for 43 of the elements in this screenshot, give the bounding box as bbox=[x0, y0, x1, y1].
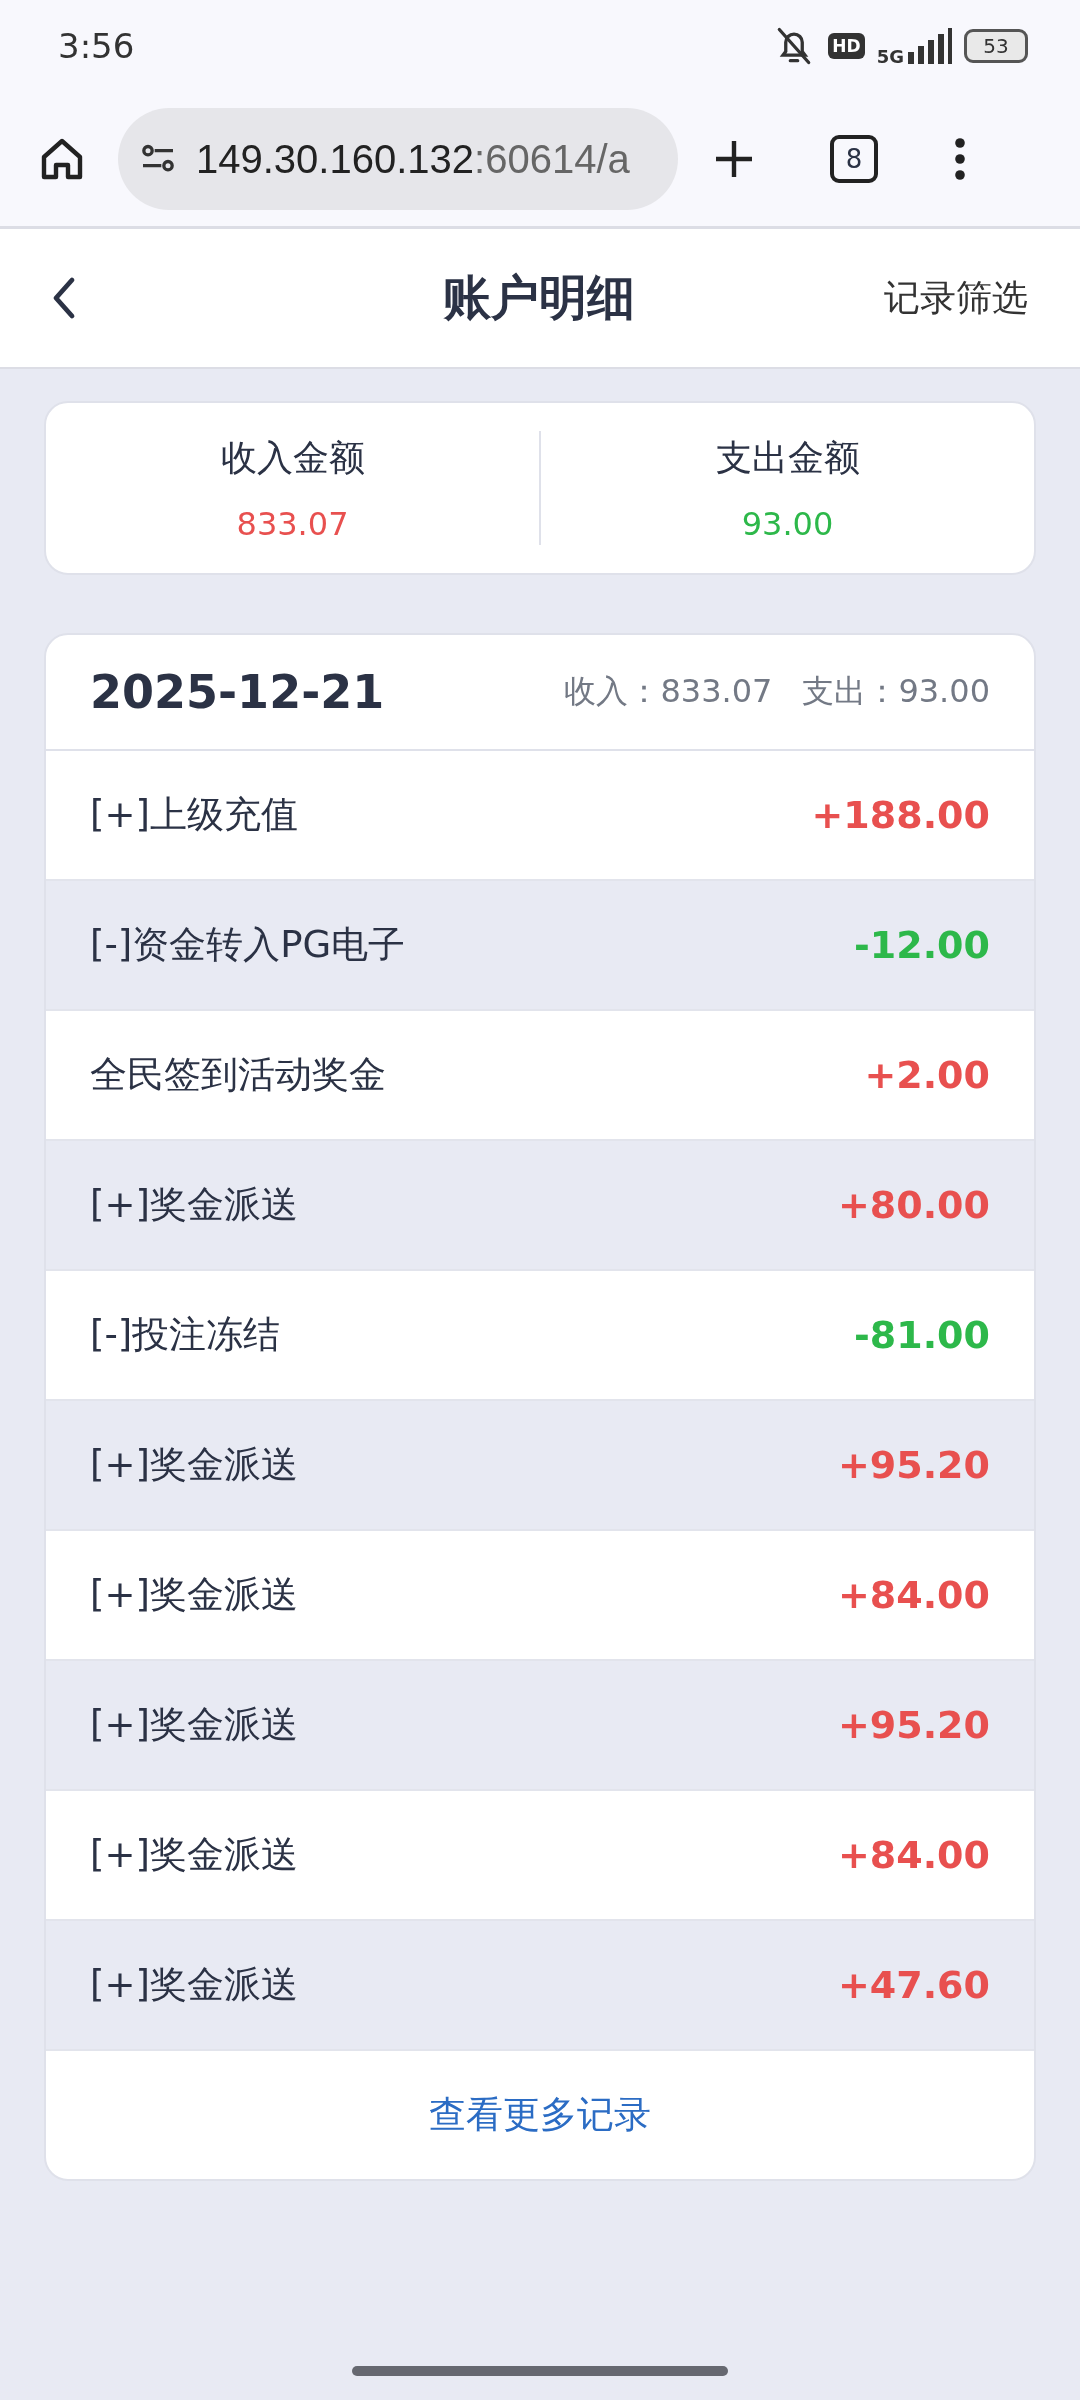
record-title: [+]上级充值 bbox=[90, 792, 298, 838]
record-title: [+]奖金派送 bbox=[90, 1182, 298, 1228]
record-title: 全民签到活动奖金 bbox=[90, 1052, 386, 1098]
more-records-link[interactable]: 查看更多记录 bbox=[429, 2090, 651, 2140]
record-row[interactable]: [-]资金转入PG电子 -12.00 bbox=[46, 881, 1034, 1011]
network-label: 5G bbox=[876, 46, 904, 67]
date-heading: 2025-12-21 bbox=[90, 665, 385, 719]
day-expense: 支出：93.00 bbox=[802, 671, 990, 712]
record-amount: +95.20 bbox=[837, 1443, 990, 1487]
record-title: [+]奖金派送 bbox=[90, 1962, 298, 2008]
battery-level: 53 bbox=[964, 29, 1028, 63]
record-amount: +2.00 bbox=[864, 1053, 990, 1097]
url-text: 149.30.160.132:60614/a bbox=[196, 136, 630, 182]
record-amount: +47.60 bbox=[837, 1963, 990, 2007]
status-time: 3:56 bbox=[58, 26, 135, 66]
summary-label: 支出金额 bbox=[715, 435, 860, 480]
day-income: 收入：833.07 bbox=[564, 671, 773, 712]
hd-badge: HD bbox=[828, 33, 865, 59]
record-amount: +188.00 bbox=[811, 793, 990, 837]
record-title: [+]奖金派送 bbox=[90, 1832, 298, 1878]
record-amount: +80.00 bbox=[837, 1183, 990, 1227]
record-amount: +95.20 bbox=[837, 1703, 990, 1747]
record-amount: -81.00 bbox=[854, 1313, 990, 1357]
summary-label: 收入金额 bbox=[220, 435, 365, 480]
record-title: [+]奖金派送 bbox=[90, 1702, 298, 1748]
signal-icon bbox=[908, 28, 952, 64]
record-title: [-]资金转入PG电子 bbox=[90, 922, 406, 968]
filter-link[interactable]: 记录筛选 bbox=[868, 273, 1028, 323]
summary-amount: 93.00 bbox=[741, 504, 834, 543]
record-row[interactable]: [+]奖金派送 +80.00 bbox=[46, 1141, 1034, 1271]
record-row[interactable]: [+]奖金派送 +47.60 bbox=[46, 1921, 1034, 2051]
record-title: [+]奖金派送 bbox=[90, 1442, 298, 1488]
address-bar[interactable]: 149.30.160.132:60614/a bbox=[118, 108, 678, 210]
record-amount: +84.00 bbox=[837, 1833, 990, 1877]
record-row[interactable]: [+]奖金派送 +95.20 bbox=[46, 1661, 1034, 1791]
record-amount: -12.00 bbox=[854, 923, 990, 967]
record-title: [+]奖金派送 bbox=[90, 1572, 298, 1618]
summary-amount: 833.07 bbox=[236, 504, 349, 543]
record-row[interactable]: [+]奖金派送 +95.20 bbox=[46, 1401, 1034, 1531]
record-title: [-]投注冻结 bbox=[90, 1312, 281, 1358]
tab-count-button[interactable]: 8 bbox=[830, 135, 878, 183]
page-title: 账户明细 bbox=[443, 268, 635, 327]
record-amount: +84.00 bbox=[837, 1573, 990, 1617]
